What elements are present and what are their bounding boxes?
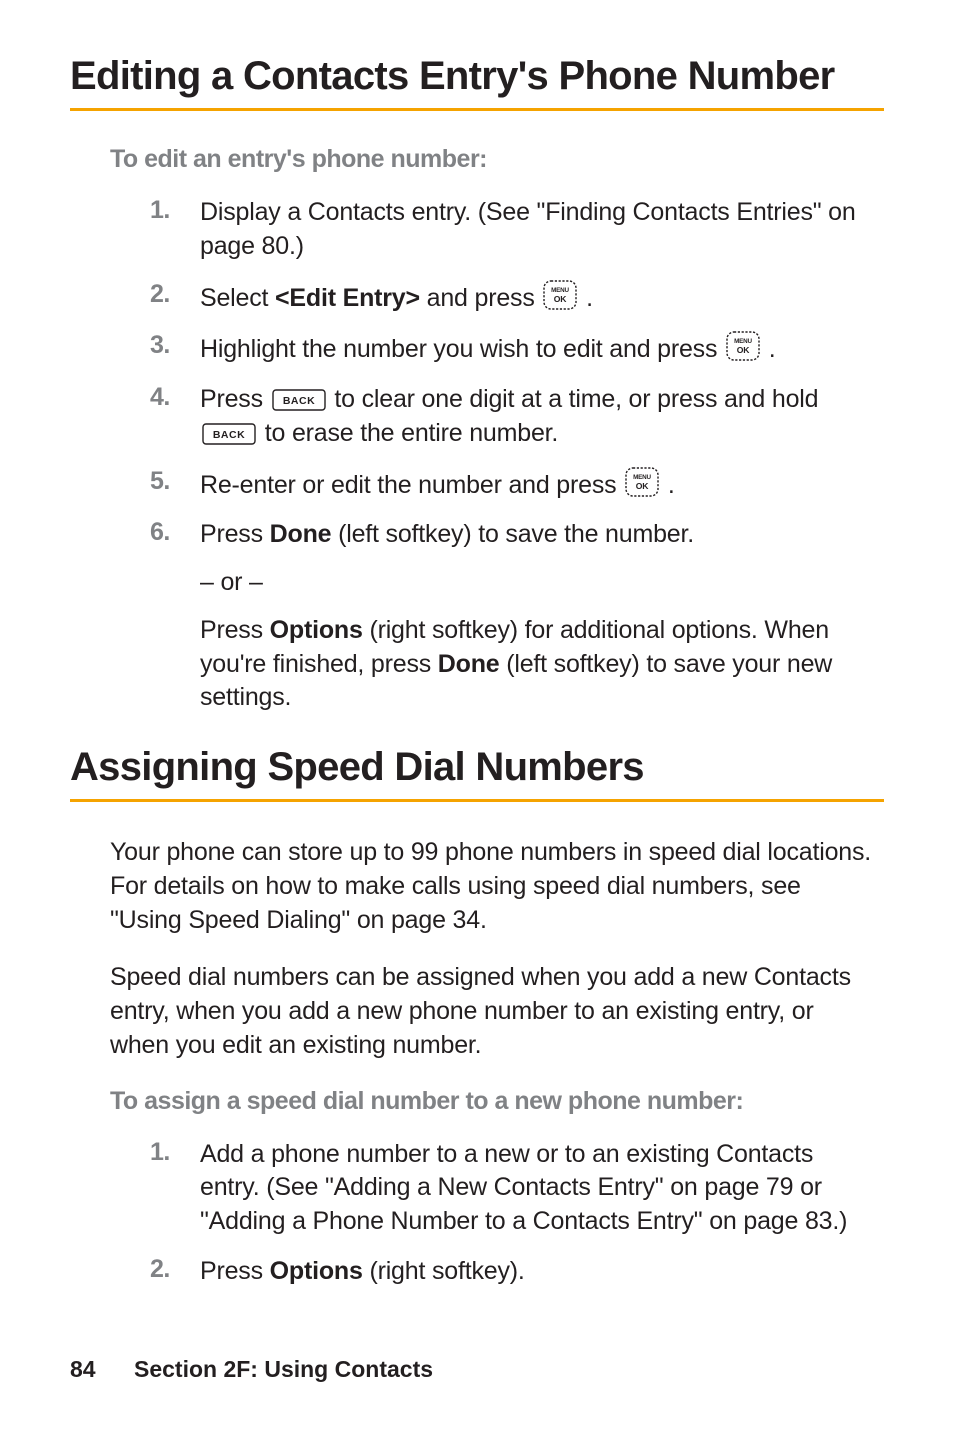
step-item: 2.Select <Edit Entry> and press MENU OK … bbox=[150, 280, 876, 316]
paragraph-speed-dial-when: Speed dial numbers can be assigned when … bbox=[110, 961, 876, 1062]
page-title-editing: Editing a Contacts Entry's Phone Number bbox=[70, 54, 884, 111]
step-item: 1.Display a Contacts entry. (See "Findin… bbox=[150, 196, 876, 264]
svg-text:OK: OK bbox=[737, 345, 750, 355]
bold-text: <Edit Entry> bbox=[275, 284, 420, 312]
step-sub-paragraph: Press Options (right softkey) for additi… bbox=[200, 614, 876, 715]
svg-text:MENU: MENU bbox=[552, 287, 570, 294]
steps-list-1: 1.Display a Contacts entry. (See "Findin… bbox=[110, 196, 876, 715]
bold-text: Done bbox=[270, 520, 332, 548]
back-key-icon: BACK bbox=[272, 389, 326, 411]
steps-list-2: 1.Add a phone number to a new or to an e… bbox=[110, 1138, 876, 1289]
menu-ok-key-icon: MENU OK bbox=[543, 280, 577, 310]
bold-text: Options bbox=[270, 1257, 363, 1285]
svg-text:OK: OK bbox=[554, 294, 567, 304]
paragraph-speed-dial-intro: Your phone can store up to 99 phone numb… bbox=[110, 836, 876, 937]
step-number: 3. bbox=[150, 331, 200, 360]
page-number: 84 bbox=[70, 1356, 96, 1382]
step-number: 2. bbox=[150, 280, 200, 309]
step-number: 2. bbox=[150, 1255, 200, 1284]
step-sub-paragraph: – or – bbox=[200, 566, 876, 600]
section-2-body: Your phone can store up to 99 phone numb… bbox=[70, 836, 884, 1289]
step-body: Select <Edit Entry> and press MENU OK . bbox=[200, 280, 593, 316]
step-item: 2.Press Options (right softkey). bbox=[150, 1255, 876, 1289]
menu-ok-key-icon: MENU OK bbox=[625, 467, 659, 497]
step-number: 1. bbox=[150, 1138, 200, 1167]
step-body: Press BACK to clear one digit at a time,… bbox=[200, 383, 876, 451]
step-item: 1.Add a phone number to a new or to an e… bbox=[150, 1138, 876, 1239]
step-item: 5.Re-enter or edit the number and press … bbox=[150, 467, 876, 503]
subhead-edit-entry: To edit an entry's phone number: bbox=[110, 145, 876, 174]
svg-text:BACK: BACK bbox=[282, 395, 314, 407]
step-body: Highlight the number you wish to edit an… bbox=[200, 331, 776, 367]
step-body: Display a Contacts entry. (See "Finding … bbox=[200, 196, 876, 264]
svg-text:MENU: MENU bbox=[734, 338, 752, 345]
bold-text: Options bbox=[270, 616, 363, 644]
step-body: Press Options (right softkey). bbox=[200, 1255, 525, 1289]
step-number: 6. bbox=[150, 518, 200, 547]
svg-text:BACK: BACK bbox=[213, 429, 245, 441]
page-title-speed-dial: Assigning Speed Dial Numbers bbox=[70, 745, 884, 802]
section-1-body: To edit an entry's phone number: 1.Displ… bbox=[70, 145, 884, 715]
section-label: Section 2F: Using Contacts bbox=[134, 1356, 433, 1382]
back-key-icon: BACK bbox=[202, 423, 256, 445]
step-item: 3.Highlight the number you wish to edit … bbox=[150, 331, 876, 367]
svg-text:OK: OK bbox=[636, 481, 649, 491]
subhead-assign-speed-dial: To assign a speed dial number to a new p… bbox=[110, 1087, 876, 1116]
step-item: 4.Press BACK to clear one digit at a tim… bbox=[150, 383, 876, 451]
step-body: Add a phone number to a new or to an exi… bbox=[200, 1138, 876, 1239]
step-item: 6.Press Done (left softkey) to save the … bbox=[150, 518, 876, 715]
step-body: Press Done (left softkey) to save the nu… bbox=[200, 518, 876, 715]
menu-ok-key-icon: MENU OK bbox=[726, 331, 760, 361]
step-number: 4. bbox=[150, 383, 200, 412]
step-body: Re-enter or edit the number and press ME… bbox=[200, 467, 675, 503]
step-number: 1. bbox=[150, 196, 200, 225]
svg-text:MENU: MENU bbox=[633, 474, 651, 481]
bold-text: Done bbox=[438, 650, 500, 678]
page-footer: 84 Section 2F: Using Contacts bbox=[70, 1356, 433, 1383]
step-number: 5. bbox=[150, 467, 200, 496]
